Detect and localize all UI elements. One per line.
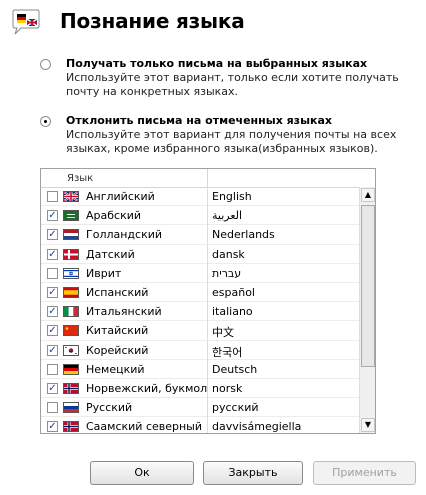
column-divider	[207, 206, 208, 226]
column-divider	[207, 282, 208, 302]
language-list[interactable]: Язык Английский English ✓ Арабский العربية ✓ Г…	[40, 168, 376, 434]
scroll-up-arrow-icon[interactable]: ▲	[361, 188, 375, 202]
language-checkbox[interactable]: ✓	[47, 382, 58, 394]
language-checkbox[interactable]: ✓	[47, 421, 58, 433]
column-divider	[207, 225, 208, 245]
list-item[interactable]: ✓ Испанский español	[41, 282, 359, 303]
column-divider	[207, 398, 208, 418]
list-item[interactable]: Иврит עברית	[41, 263, 359, 283]
language-name: Иврит	[86, 266, 122, 280]
israel-flag-icon	[63, 267, 79, 279]
china-flag-icon	[63, 325, 79, 337]
language-native-name: العربية	[212, 209, 243, 223]
radio-receive-selected[interactable]	[40, 59, 51, 70]
apply-button[interactable]: Применить	[313, 461, 416, 485]
list-header: Язык	[41, 169, 359, 188]
column-divider	[207, 263, 208, 283]
norway-flag-icon	[63, 421, 79, 433]
language-name: Русский	[86, 401, 133, 415]
language-name: Испанский	[86, 285, 149, 299]
column-divider	[207, 417, 208, 433]
language-native-name: dansk	[212, 247, 245, 261]
column-divider	[207, 244, 208, 264]
list-item[interactable]: ✓ Норвежский, букмол norsk	[41, 378, 359, 399]
list-item[interactable]: ✓ Саамский северный davvisámegiella	[41, 417, 359, 434]
scroll-thumb[interactable]	[361, 205, 375, 367]
language-native-name: 한국어	[212, 345, 243, 359]
russia-flag-icon	[63, 402, 79, 414]
language-checkbox[interactable]: ✓	[47, 229, 58, 241]
list-item[interactable]: ✓ Голландский Nederlands	[41, 225, 359, 245]
language-name: Норвежский, букмол	[86, 381, 208, 395]
language-checkbox[interactable]: ✓	[47, 306, 58, 318]
list-item[interactable]: Немецкий Deutsch	[41, 359, 359, 379]
close-button[interactable]: Закрыть	[203, 461, 303, 485]
language-native-name: Nederlands	[212, 228, 275, 242]
language-name: Арабский	[86, 209, 142, 223]
language-name: Итальянский	[86, 305, 162, 319]
language-name: Голландский	[86, 228, 163, 242]
list-item[interactable]: ✓ Итальянский italiano	[41, 302, 359, 322]
language-native-name: español	[212, 285, 255, 299]
list-item[interactable]: ✓ Арабский العربية	[41, 206, 359, 226]
denmark-flag-icon	[63, 248, 79, 260]
page-title: Познание языка	[60, 9, 245, 33]
language-checkbox[interactable]: ✓	[47, 286, 58, 298]
list-item[interactable]: Английский English	[41, 187, 359, 207]
language-checkbox[interactable]	[47, 191, 58, 202]
italy-flag-icon	[63, 306, 79, 318]
language-native-name: davvisámegiella	[212, 420, 302, 434]
column-divider	[207, 378, 208, 398]
language-checkbox[interactable]: ✓	[47, 248, 58, 260]
language-native-name: 中文	[212, 326, 234, 340]
list-item[interactable]: ✓ Датский dansk	[41, 244, 359, 264]
column-divider	[207, 340, 208, 360]
language-name: Английский	[86, 190, 155, 203]
germany-flag-icon	[63, 363, 79, 375]
column-divider	[207, 187, 208, 206]
saudi-flag-icon	[63, 210, 79, 222]
language-rows: Английский English ✓ Арабский العربية ✓ Голлан…	[41, 187, 359, 434]
language-native-name: עברית	[212, 266, 242, 280]
column-divider	[207, 321, 208, 341]
list-item[interactable]: Русский русский	[41, 398, 359, 418]
language-name: Немецкий	[86, 362, 145, 376]
column-divider	[207, 169, 208, 187]
language-name: Китайский	[86, 324, 149, 338]
language-native-name: русский	[212, 401, 259, 415]
radio-reject-marked[interactable]	[40, 116, 51, 127]
language-checkbox[interactable]: ✓	[47, 210, 58, 222]
language-name: Датский	[86, 247, 135, 261]
language-native-name: Deutsch	[212, 362, 258, 376]
language-name: Корейский	[86, 343, 149, 357]
language-flags-icon	[11, 9, 47, 39]
language-checkbox[interactable]	[47, 402, 58, 414]
option-description: Используйте этот вариант, только если хо…	[66, 71, 399, 98]
option-description: Используйте этот вариант для получения п…	[66, 128, 397, 155]
language-name: Саамский северный	[86, 420, 203, 434]
list-item[interactable]: ✓ Корейский 한국어	[41, 340, 359, 360]
ok-button[interactable]: Ок	[90, 461, 194, 485]
option-title: Отклонить письма на отмеченных языках	[66, 114, 333, 127]
language-checkbox[interactable]	[47, 363, 58, 375]
spain-flag-icon	[63, 286, 79, 298]
korea-flag-icon	[63, 344, 79, 356]
language-native-name: English	[212, 190, 252, 203]
language-checkbox[interactable]: ✓	[47, 325, 58, 337]
netherlands-flag-icon	[63, 229, 79, 241]
language-native-name: norsk	[212, 381, 243, 395]
option-title: Получать только письма на выбранных язык…	[66, 57, 368, 70]
column-header-language: Язык	[67, 173, 94, 184]
column-divider	[207, 302, 208, 322]
list-item[interactable]: ✓ Китайский 中文	[41, 321, 359, 341]
language-checkbox[interactable]: ✓	[47, 344, 58, 356]
uk-flag-icon	[63, 191, 79, 202]
language-checkbox[interactable]	[47, 267, 58, 279]
vertical-scrollbar[interactable]: ▲ ▼	[359, 187, 375, 433]
column-divider	[207, 359, 208, 379]
norway-flag-icon	[63, 382, 79, 394]
language-native-name: italiano	[212, 305, 253, 319]
scroll-down-arrow-icon[interactable]: ▼	[361, 418, 375, 432]
